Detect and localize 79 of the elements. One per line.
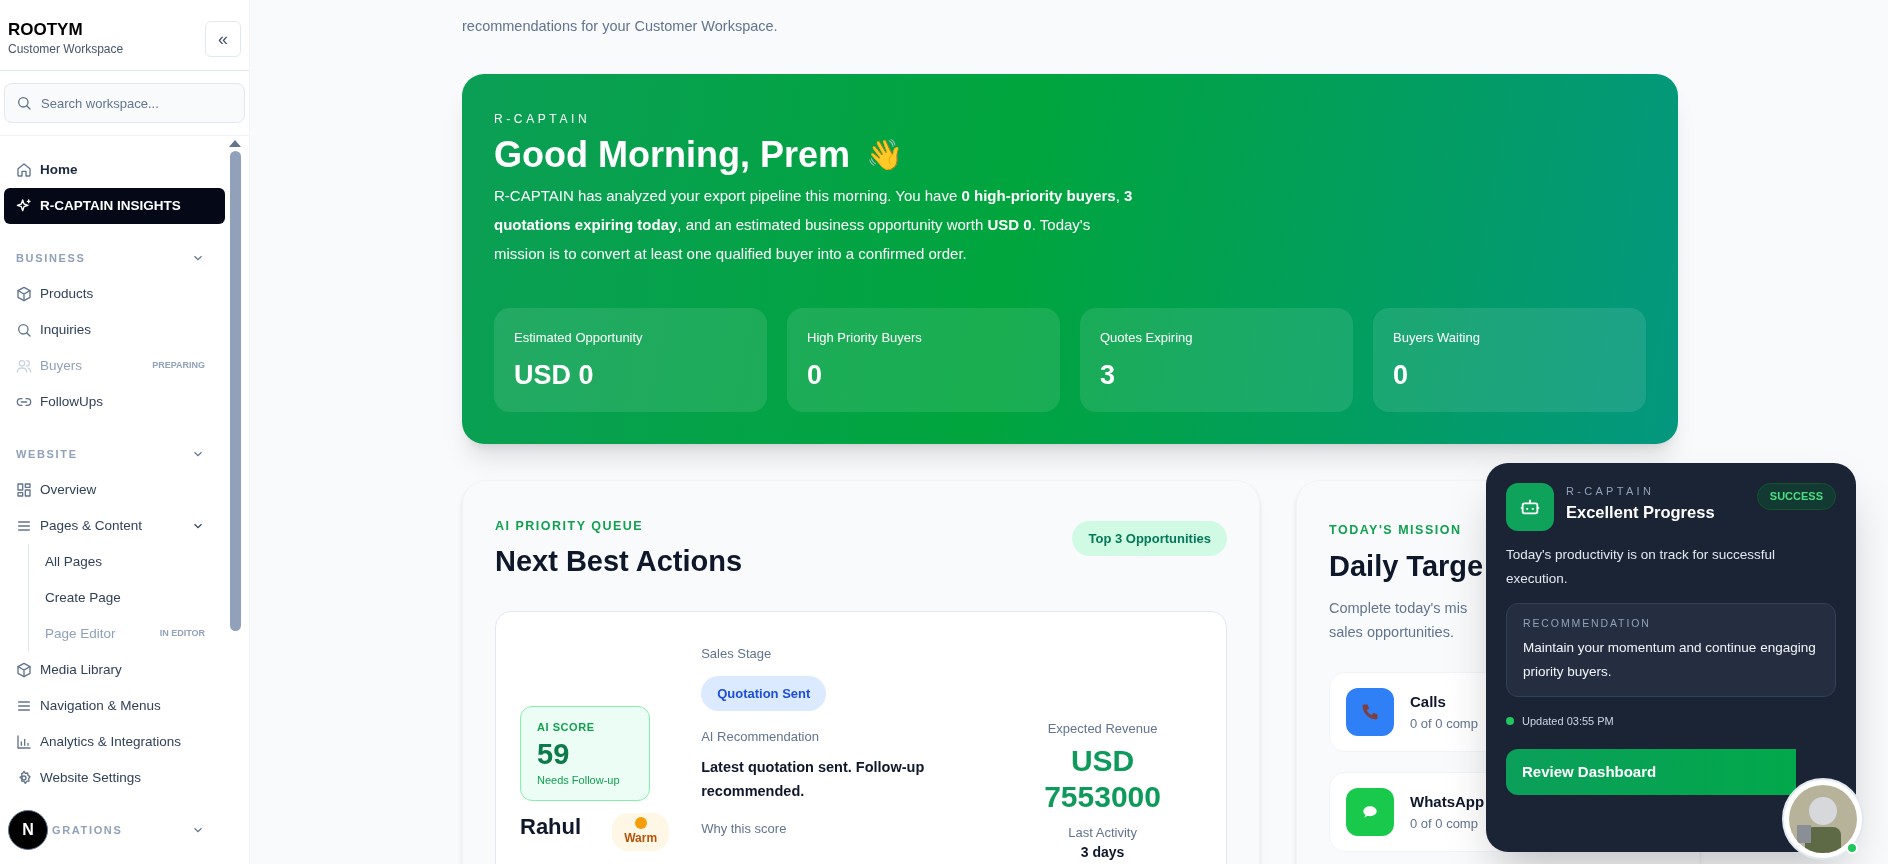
grid-icon bbox=[16, 482, 32, 498]
field-label: AI Recommendation bbox=[701, 728, 820, 746]
nav-item[interactable]: Products bbox=[4, 276, 225, 312]
nav-subitem[interactable]: All Pages bbox=[29, 544, 225, 580]
nav-item[interactable]: Home bbox=[4, 152, 225, 188]
stat-value: USD 0 bbox=[514, 359, 595, 393]
waving-hand-icon: 👋 bbox=[866, 131, 903, 177]
section-heading: WEBSITE bbox=[16, 446, 78, 462]
box-icon bbox=[16, 286, 32, 302]
menu-icon bbox=[16, 698, 32, 714]
nav-item[interactable]: Overview bbox=[4, 472, 225, 508]
banner-eyebrow: R-CAPTAIN bbox=[494, 110, 592, 128]
stat-value: 0 bbox=[1393, 359, 1410, 393]
menu-icon bbox=[16, 518, 32, 534]
section-heading: BUSINESS bbox=[16, 250, 86, 266]
stat-label: Quotes Expiring bbox=[1100, 328, 1194, 347]
home-icon bbox=[16, 162, 32, 178]
box-icon bbox=[16, 662, 32, 678]
section-eyebrow: AI PRIORITY QUEUE bbox=[495, 517, 645, 535]
popup-message: Today's productivity is on track for successful execution. bbox=[1506, 546, 1776, 588]
recommendation-text: Latest quotation sent. Follow-up recommended. bbox=[701, 757, 926, 801]
popup-title: Excellent Progress bbox=[1566, 501, 1716, 523]
updated-time: Updated 03:55 PM bbox=[1522, 713, 1614, 729]
nav-item[interactable]: Website Settings bbox=[4, 760, 225, 796]
stat-label: Estimated Opportunity bbox=[514, 328, 644, 347]
status-badge: SUCCESS bbox=[1756, 483, 1836, 510]
popup-eyebrow: R-CAPTAIN bbox=[1566, 484, 1656, 499]
phone-icon bbox=[1346, 688, 1394, 737]
target-name: WhatsApp bbox=[1410, 792, 1485, 813]
collapse-button[interactable]: « bbox=[205, 21, 241, 57]
nav-item[interactable]: Analytics & Integrations bbox=[4, 724, 225, 760]
dev-badge[interactable]: N bbox=[8, 810, 48, 850]
panel-label: RECOMMENDATION bbox=[1523, 616, 1652, 631]
greeting-heading: Good Morning, Prem bbox=[494, 132, 850, 177]
nav-subitem[interactable]: Create Page bbox=[29, 580, 225, 616]
stat-value: 0 bbox=[807, 359, 824, 393]
robot-icon bbox=[1506, 483, 1554, 531]
target-subtitle: 0 of 0 comp bbox=[1410, 714, 1478, 733]
buyer-name: Rahul bbox=[520, 813, 583, 841]
search-icon bbox=[16, 322, 32, 338]
settings-icon bbox=[16, 770, 32, 786]
nav-item[interactable]: Media Library bbox=[4, 652, 225, 688]
section-title: Daily Targe bbox=[1329, 548, 1484, 584]
nav-item[interactable]: Navigation & Menus bbox=[4, 688, 225, 724]
warm-badge: Warm bbox=[612, 813, 670, 851]
target-name: Calls bbox=[1410, 692, 1447, 713]
sparkle-icon bbox=[16, 198, 32, 214]
nav-item[interactable]: R-CAPTAIN INSIGHTS bbox=[4, 188, 225, 224]
activity-value: 3 days bbox=[1080, 843, 1125, 862]
field-label: Sales Stage bbox=[701, 645, 773, 663]
score-label: AI SCORE bbox=[537, 720, 596, 735]
revenue-value: USD 7553000 bbox=[1043, 742, 1162, 815]
intro-text: recommendations for your Customer Workspace. bbox=[462, 17, 779, 36]
field-label: Why this score bbox=[701, 819, 788, 838]
stat-value: 3 bbox=[1100, 359, 1117, 393]
stat-label: Buyers Waiting bbox=[1393, 328, 1481, 347]
field-label: Last Activity bbox=[1068, 823, 1137, 842]
workspace-name: Customer Workspace bbox=[8, 41, 124, 58]
nav-item[interactable]: Inquiries bbox=[4, 312, 225, 348]
stage-badge: Quotation Sent bbox=[701, 675, 827, 711]
summary-text: R-CAPTAIN has analyzed your export pipeline this morning. You have 0 high-priority buyers, 3 quotations expiring today, and an estimated business opportunity worth USD 0. Today's mission is to convert at least one qualified buyer into a confirmed order. bbox=[494, 185, 1134, 264]
field-label: Expected Revenue bbox=[1047, 720, 1158, 738]
mission-description: Complete today's mis sales opportunities. bbox=[1329, 599, 1469, 643]
score-value: 59 bbox=[537, 736, 571, 772]
section-heading: GRATIONS bbox=[52, 822, 123, 838]
section-eyebrow: TODAY'S MISSION bbox=[1329, 522, 1462, 537]
opportunities-badge: Top 3 Opportunities bbox=[1072, 520, 1227, 557]
stat-label: High Priority Buyers bbox=[807, 328, 923, 347]
users-icon bbox=[16, 358, 32, 374]
chat-icon bbox=[1346, 788, 1394, 837]
recommendation-text: Maintain your momentum and continue engaging priority buyers. bbox=[1523, 638, 1817, 681]
section-title: Next Best Actions bbox=[495, 543, 743, 579]
search-field[interactable]: Search workspace... bbox=[4, 83, 245, 123]
score-note: Needs Follow-up bbox=[537, 772, 621, 788]
nav-item[interactable]: FollowUps bbox=[4, 384, 225, 420]
target-subtitle: 0 of 0 comp bbox=[1410, 814, 1479, 833]
bar-chart-icon bbox=[16, 734, 32, 750]
brand-name: ROOTYM bbox=[8, 20, 84, 40]
nav-item[interactable]: Pages & Content bbox=[4, 508, 225, 544]
